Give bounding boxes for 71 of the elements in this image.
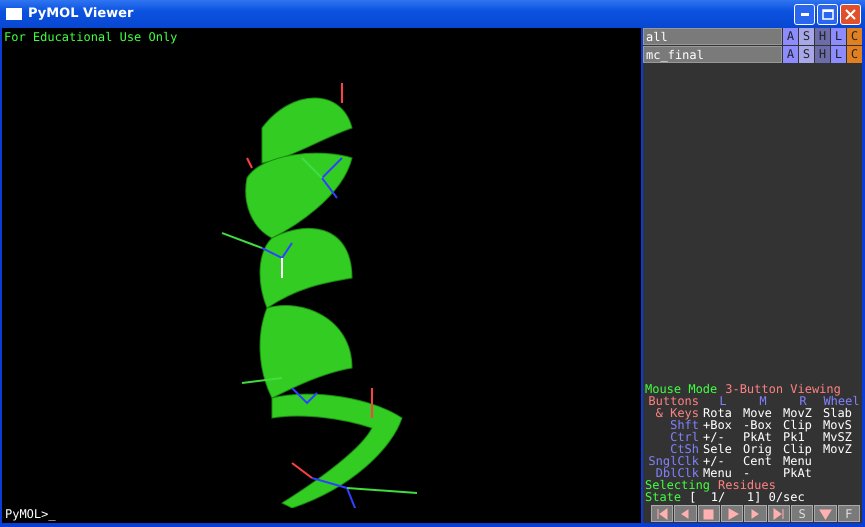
movie-control-button[interactable]	[651, 505, 674, 522]
mode-label: 3-Button Viewing	[725, 383, 841, 395]
mode-cell-text: CtSh	[670, 443, 700, 455]
mode-cell-text: Cent	[743, 455, 773, 467]
object-action-button[interactable]: A	[783, 46, 798, 63]
mode-label: State	[645, 491, 682, 503]
mode-cell-text: SnglClk	[647, 455, 700, 467]
mode-label: Selecting	[645, 479, 710, 491]
minimize-icon	[800, 12, 808, 16]
minimize-button[interactable]	[794, 4, 815, 24]
mode-cell-text: Pk1	[783, 431, 805, 443]
object-action-button[interactable]: C	[847, 28, 862, 45]
play-icon	[726, 508, 739, 520]
object-action-button[interactable]: A	[783, 28, 798, 45]
watermark-notice: For Educational Use Only	[4, 29, 178, 46]
mode-cell-text: MovZ	[783, 407, 813, 419]
window-title: PyMOL Viewer	[28, 5, 134, 24]
stop-icon	[702, 508, 716, 520]
object-name[interactable]: mc_final	[643, 46, 782, 63]
skip-start-icon	[656, 508, 669, 520]
maximize-icon	[822, 8, 834, 20]
mode-cell-text: Rota	[703, 407, 733, 419]
movie-control-button[interactable]	[698, 505, 720, 522]
mode-cell-text: Shft	[669, 419, 700, 431]
maximize-button[interactable]	[817, 4, 838, 24]
mode-cell-text: Clip	[783, 419, 813, 431]
mode-label: [ 1/ 1] 0/sec	[689, 491, 805, 503]
skip-end-icon	[772, 508, 786, 520]
mode-cell-text: L	[718, 395, 728, 407]
close-button[interactable]	[840, 4, 861, 24]
mode-label: Mouse Mode	[645, 383, 718, 395]
mode-cell-text: -Box	[743, 419, 773, 431]
mode-cell-text: Clip	[783, 443, 813, 455]
mode-cell-text: Menu	[783, 455, 813, 467]
mode-cell-text: +/-	[703, 455, 726, 467]
object-action-button[interactable]: H	[815, 28, 830, 45]
object-name[interactable]: all	[643, 28, 782, 45]
object-action-button[interactable]: S	[799, 46, 814, 63]
mode-cell-text: & Keys	[654, 407, 700, 419]
object-action-button[interactable]: S	[799, 28, 814, 45]
mode-cell-text: Slab	[823, 407, 853, 419]
mode-cell-text: Orig	[743, 443, 773, 455]
window-icon	[6, 8, 22, 20]
mode-cell-text: MvSZ	[823, 431, 853, 443]
object-action-button[interactable]: L	[831, 28, 846, 45]
mode-cell-text: Sele	[703, 443, 733, 455]
mode-cell-text: +/-	[703, 431, 725, 443]
mode-cell-text: Ctrl	[669, 431, 700, 443]
mode-cell-text: Move	[743, 407, 773, 419]
down-triangle-icon	[818, 508, 832, 520]
object-action-button[interactable]: L	[831, 46, 846, 63]
mode-cell-text: Menu	[703, 467, 732, 479]
mode-cell-text: MovS	[823, 419, 853, 431]
mode-cell-text: Buttons	[647, 395, 700, 407]
mode-cell-text: DblClk	[656, 467, 699, 479]
mode-cell-text: MovZ	[823, 443, 853, 455]
mode-cell-text: R	[799, 395, 807, 407]
movie-control-button[interactable]	[768, 505, 790, 522]
mode-cell-text: -	[743, 467, 750, 479]
movie-control-button[interactable]	[720, 505, 744, 522]
close-icon	[845, 8, 856, 20]
mode-cell-text: M	[758, 395, 768, 407]
mode-cell-text: PkAt	[783, 467, 813, 479]
object-action-button[interactable]: C	[847, 46, 862, 63]
mode-cell-text: +Box	[703, 419, 733, 431]
object-action-button[interactable]: H	[815, 46, 830, 63]
mode-cell: Wheel	[823, 395, 860, 407]
mode-cell-text: PkAt	[743, 431, 773, 443]
mode-label: Residues	[718, 479, 776, 491]
movie-control-button[interactable]: S	[790, 505, 814, 522]
movie-control-button[interactable]: F	[838, 505, 860, 522]
